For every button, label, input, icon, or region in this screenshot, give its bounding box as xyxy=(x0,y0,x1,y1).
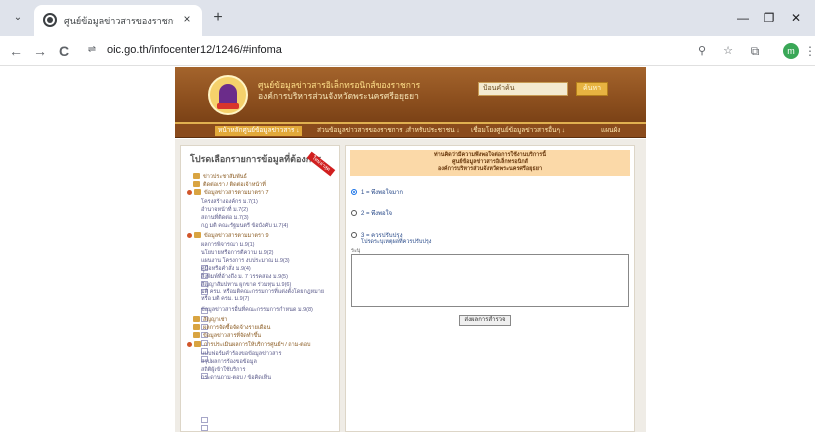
folder-icon xyxy=(194,232,201,238)
tree-item-evaluation[interactable]: การประเมินผลการให้บริการศูนย์ฯ / ถาม-ตอบ xyxy=(187,341,311,349)
tree-item-lease[interactable]: สัญญาเช่า xyxy=(193,316,228,324)
site-title-line1: ศูนย์ข้อมูลข่าวสารอิเล็กทรอนิกส์ของราชกา… xyxy=(258,80,421,90)
folder-icon xyxy=(193,181,200,187)
nav-home[interactable]: หน้าหลักศูนย์ข้อมูลข่าวสาร ↓ xyxy=(215,126,303,136)
avatar[interactable]: m xyxy=(783,43,799,59)
emblem-base xyxy=(217,103,239,109)
sidebar: โปรดเลือกรายการข้อมูลที่ต้องการ ใหม่ล่าส… xyxy=(180,145,340,432)
comment-textarea[interactable] xyxy=(351,254,629,307)
tree-item-7-3[interactable]: สถานที่ติดต่อ ม.7(3) xyxy=(201,214,249,287)
folder-icon xyxy=(194,341,201,347)
star-icon[interactable]: ☆ xyxy=(719,42,737,60)
expand-icon xyxy=(187,233,192,238)
radio-button[interactable] xyxy=(351,189,357,195)
page-icon xyxy=(201,425,208,431)
tree-item-prepared-info[interactable]: ข้อมูลข่าวสารที่จัดทำขึ้น xyxy=(193,332,261,340)
close-icon[interactable]: × xyxy=(180,12,194,26)
folder-icon xyxy=(194,189,201,195)
emblem-logo xyxy=(208,75,248,115)
forward-arrow-icon[interactable]: → xyxy=(30,41,50,61)
search-input[interactable]: ป้อนคำค้น xyxy=(478,82,568,96)
browser-tab-strip: ⌄ ศูนย์ข้อมูลข่าวสารของราชการ • อ.ก × + … xyxy=(0,0,815,36)
site-nav-bar: หน้าหลักศูนย์ข้อมูลข่าวสาร ↓ ส่วนข้อมูลข… xyxy=(175,124,646,138)
option-improvement-note: โปรดระบุเหตุผลที่ควรปรับปรุง xyxy=(361,239,432,245)
search-button[interactable]: ค้นหา xyxy=(576,82,608,96)
web-page: ศูนย์ข้อมูลข่าวสารอิเล็กทรอนิกส์ของราชกา… xyxy=(0,67,815,432)
survey-question: ท่านคิดว่ามีความพึงพอใจต่อการใช้งานบริกา… xyxy=(434,152,546,158)
tree-item-9-5[interactable]: สิ่งพิมพ์ที่อ้างถึง ม. 7 วรรคสอง ม.9(5) xyxy=(201,273,288,346)
plus-icon[interactable]: + xyxy=(209,9,227,27)
tree-item-request-summary[interactable]: สรุปผลการร้องขอข้อมูล xyxy=(201,358,257,431)
tree-item-section7[interactable]: ข้อมูลข่าวสารตามมาตรา 7 xyxy=(187,189,269,197)
tree-item-request-form[interactable]: แบบฟอร์มคำร้องขอข้อมูลข่าวสาร xyxy=(201,350,281,423)
option-very-satisfied[interactable]: 1 = พึงพอใจมาก xyxy=(351,187,403,197)
minimize-icon[interactable]: — xyxy=(733,8,753,28)
tree-item-9-3[interactable]: แผนงาน โครงการ งบประมาณ ม.9(3) xyxy=(201,257,290,330)
tree-item-9-1[interactable]: ผลการพิจารณา ม.9(1) xyxy=(201,241,255,314)
page-icon xyxy=(201,417,208,423)
tree-item-news[interactable]: ข่าวประชาสัมพันธ์ xyxy=(193,173,247,181)
folder-icon xyxy=(193,324,200,330)
survey-org-line1: ศูนย์ข้อมูลข่าวสารอิเล็กทรอนิกส์ xyxy=(451,159,529,165)
radio-button[interactable] xyxy=(351,232,357,238)
radio-button[interactable] xyxy=(351,210,357,216)
tree-item-qa-board[interactable]: กระดานถาม-ตอบ / ข้อคิดเห็น xyxy=(201,374,271,382)
folder-icon xyxy=(193,332,200,338)
site-title: ศูนย์ข้อมูลข่าวสารอิเล็กทรอนิกส์ของราชกา… xyxy=(258,80,488,102)
address-bar[interactable]: ⇌ oic.go.th/infocenter12/1246/#infoma ⚲ … xyxy=(77,39,765,63)
site-title-line2: องค์การบริหารส่วนจังหวัดพระนครศรีอยุธยา xyxy=(258,91,419,101)
back-arrow-icon[interactable]: ← xyxy=(6,41,26,61)
tree-item-9-2[interactable]: นโยบายหรือการตีความ ม.9(2) xyxy=(201,249,274,322)
folder-icon xyxy=(193,173,200,179)
survey-header: ท่านคิดว่ามีความพึงพอใจต่อการใช้งานบริกา… xyxy=(350,150,630,176)
expand-icon xyxy=(187,342,192,347)
chevron-down-icon[interactable]: ⌄ xyxy=(10,10,26,26)
tree-item-9-6[interactable]: สัญญาสัมปทาน ผูกขาด ร่วมทุน ม.9(6) xyxy=(201,281,291,354)
sidebar-title: โปรดเลือกรายการข้อมูลที่ต้องการ xyxy=(190,154,322,164)
option-satisfied[interactable]: 2 = พึงพอใจ xyxy=(351,208,392,218)
tree-item-9-8[interactable]: ข้อมูลข่าวสารอื่นที่คณะกรรมการกำหนด ม.9(… xyxy=(201,306,313,379)
satisfaction-survey: ท่านคิดว่ามีความพึงพอใจต่อการใช้งานบริกา… xyxy=(345,145,635,432)
browser-toolbar: ← → C ⇌ oic.go.th/infocenter12/1246/#inf… xyxy=(0,36,815,66)
reload-icon[interactable]: C xyxy=(54,41,74,61)
tree-item-9-7[interactable]: มติ ครม. หรือมติคณะกรรมการที่แต่งตั้งโดย… xyxy=(201,289,333,362)
tree-item-procurement[interactable]: ผลการจัดซื้อจัดจ้างรายเดือน xyxy=(193,324,270,332)
nav-sitemap[interactable]: แผนผัง xyxy=(601,126,620,136)
folder-icon xyxy=(193,316,200,322)
expand-icon xyxy=(187,190,192,195)
tree-item-7-2[interactable]: อำนาจหน้าที่ ม.7(2) xyxy=(201,206,248,279)
tree-item-9-4[interactable]: คู่มือหรือคำสั่ง ม.9(4) xyxy=(201,265,251,338)
tree-item-7-1[interactable]: โครงสร้างองค์กร ม.7(1) xyxy=(201,198,258,271)
globe-icon xyxy=(43,13,57,27)
site-header: ศูนย์ข้อมูลข่าวสารอิเล็กทรอนิกส์ของราชกา… xyxy=(175,67,646,124)
zoom-icon[interactable]: ⚲ xyxy=(693,42,711,60)
url-text[interactable]: oic.go.th/infocenter12/1246/#infoma xyxy=(107,44,282,56)
nav-official-info[interactable]: ส่วนข้อมูลข่าวสารของราชการ ↓ xyxy=(317,126,408,136)
more-vert-icon[interactable]: ⋮ xyxy=(804,43,815,59)
maximize-icon[interactable]: ❐ xyxy=(759,8,779,28)
submit-button[interactable]: ส่งผลการสำรวจ xyxy=(459,315,511,326)
window-close-icon[interactable]: ✕ xyxy=(786,8,806,28)
browser-tab[interactable]: ศูนย์ข้อมูลข่าวสารของราชการ • อ.ก × xyxy=(34,5,202,36)
puzzle-icon[interactable]: ⧉ xyxy=(747,43,763,59)
tab-title: ศูนย์ข้อมูลข่าวสารของราชการ • อ.ก xyxy=(64,16,174,26)
tree-item-7-4[interactable]: กฎ มติ คณะรัฐมนตรี ข้อบังคับ ม.7(4) xyxy=(201,222,288,295)
nav-public[interactable]: สำหรับประชาชน ↓ xyxy=(407,126,460,136)
survey-org-line2: องค์การบริหารส่วนจังหวัดพระนครศรีอยุธยา xyxy=(437,166,543,172)
site-info-icon[interactable]: ⇌ xyxy=(85,43,99,57)
tree-item-stats[interactable]: สถิติผู้เข้าใช้บริการ xyxy=(201,366,245,374)
tree-item-section9[interactable]: ข้อมูลข่าวสารตามมาตรา 9 xyxy=(187,232,269,240)
tree-item-contact[interactable]: ติดต่อเรา / ติดต่อเจ้าหน้าที่ xyxy=(193,181,266,189)
nav-other-centers[interactable]: เชื่อมโยงศูนย์ข้อมูลข่าวสารอื่นๆ ↓ xyxy=(471,126,565,136)
